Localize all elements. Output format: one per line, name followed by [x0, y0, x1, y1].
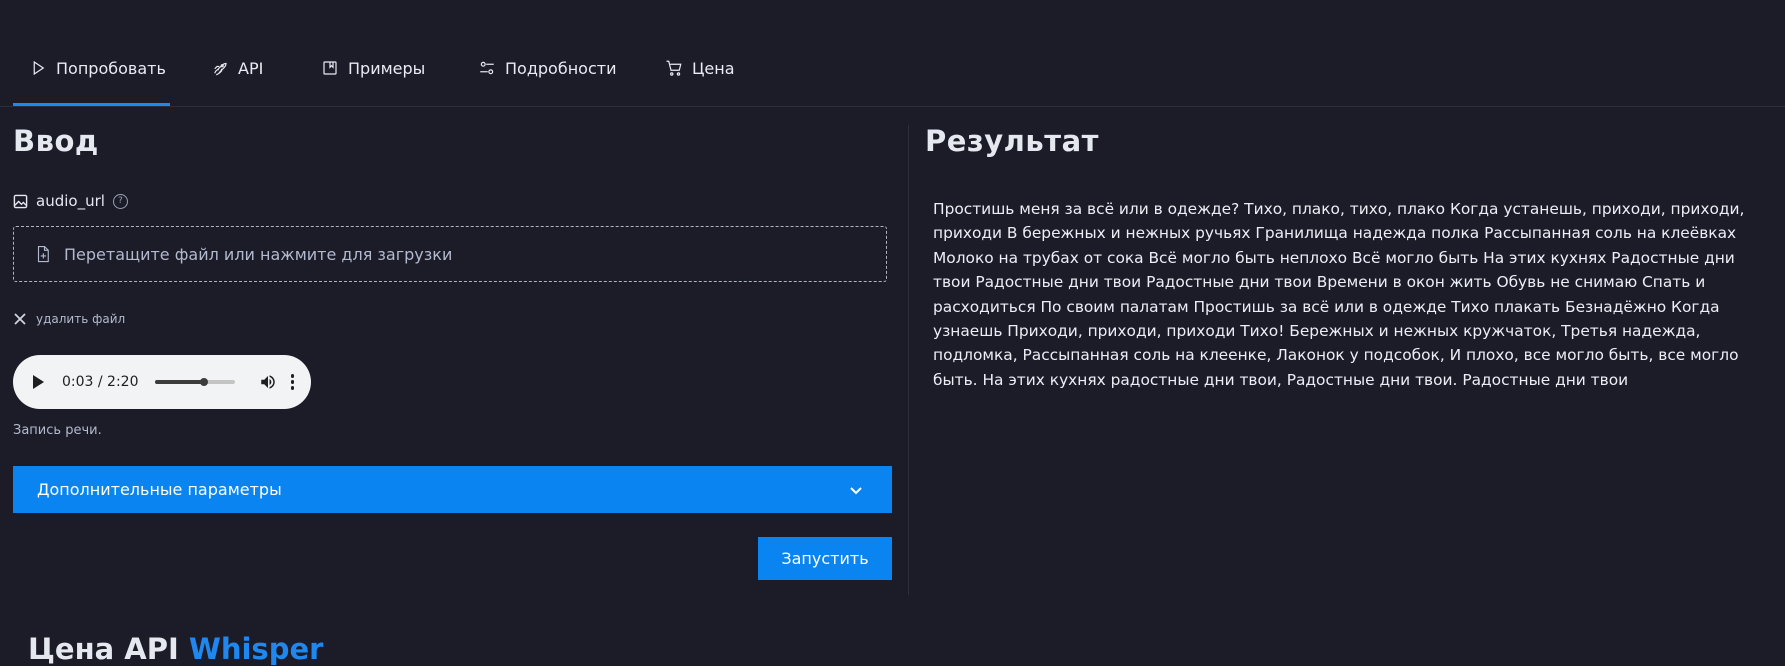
audio-time: 0:03 / 2:20 [62, 374, 139, 390]
file-add-icon [37, 245, 49, 263]
help-icon[interactable]: ? [112, 193, 128, 209]
audio-url-label: audio_url ? [13, 192, 128, 210]
tab-details-label: Подробности [505, 58, 617, 78]
close-icon [14, 313, 26, 325]
tab-bar: Попробовать API Примеры Подробности Цена [0, 0, 1785, 107]
more-options-button[interactable] [290, 374, 294, 390]
chevron-down-icon [850, 486, 862, 494]
tab-api-label: API [238, 58, 264, 78]
pricing-title: Цена API Whisper [28, 632, 323, 666]
dropzone-text: Перетащите файл или нажмите для загрузки [64, 244, 453, 264]
play-icon [28, 58, 48, 78]
audio-seek-bar[interactable] [154, 378, 235, 386]
tab-details[interactable]: Подробности [477, 55, 616, 81]
tab-try[interactable]: Попробовать [28, 55, 166, 81]
volume-icon [260, 375, 275, 389]
tab-price-label: Цена [692, 58, 735, 78]
audio-url-label-text: audio_url [36, 192, 105, 210]
audio-progress-fill [154, 380, 205, 384]
bookmark-icon [320, 58, 340, 78]
remove-file-button[interactable]: удалить файл [13, 312, 125, 326]
volume-button[interactable] [259, 373, 277, 391]
panel-divider [908, 125, 909, 595]
tab-price[interactable]: Цена [664, 55, 735, 81]
result-heading: Результат [925, 124, 1099, 158]
result-text: Простишь меня за всё или в одежде? Тихо,… [933, 200, 1745, 389]
play-button[interactable] [33, 375, 44, 389]
input-heading: Ввод [13, 124, 99, 158]
remove-file-label: удалить файл [36, 312, 126, 326]
tab-examples-label: Примеры [348, 58, 426, 78]
advanced-params-toggle[interactable]: Дополнительные параметры [13, 466, 892, 513]
sliders-icon [477, 58, 497, 78]
image-icon [13, 194, 28, 208]
advanced-params-label: Дополнительные параметры [37, 480, 282, 499]
tab-try-label: Попробовать [56, 58, 166, 78]
audio-player: 0:03 / 2:20 [13, 355, 311, 409]
audio-seek-thumb[interactable] [200, 378, 209, 386]
audio-caption: Запись речи. [13, 423, 102, 438]
file-dropzone[interactable]: Перетащите файл или нажмите для загрузки [13, 226, 887, 282]
pricing-title-accent: Whisper [188, 632, 324, 666]
tab-api[interactable]: API [210, 55, 263, 81]
tab-examples[interactable]: Примеры [320, 55, 425, 81]
run-button[interactable]: Запустить [758, 537, 892, 580]
active-tab-indicator [13, 103, 170, 106]
pricing-title-main: Цена API [28, 632, 189, 666]
rocket-icon [210, 58, 230, 78]
cart-icon [664, 58, 684, 78]
